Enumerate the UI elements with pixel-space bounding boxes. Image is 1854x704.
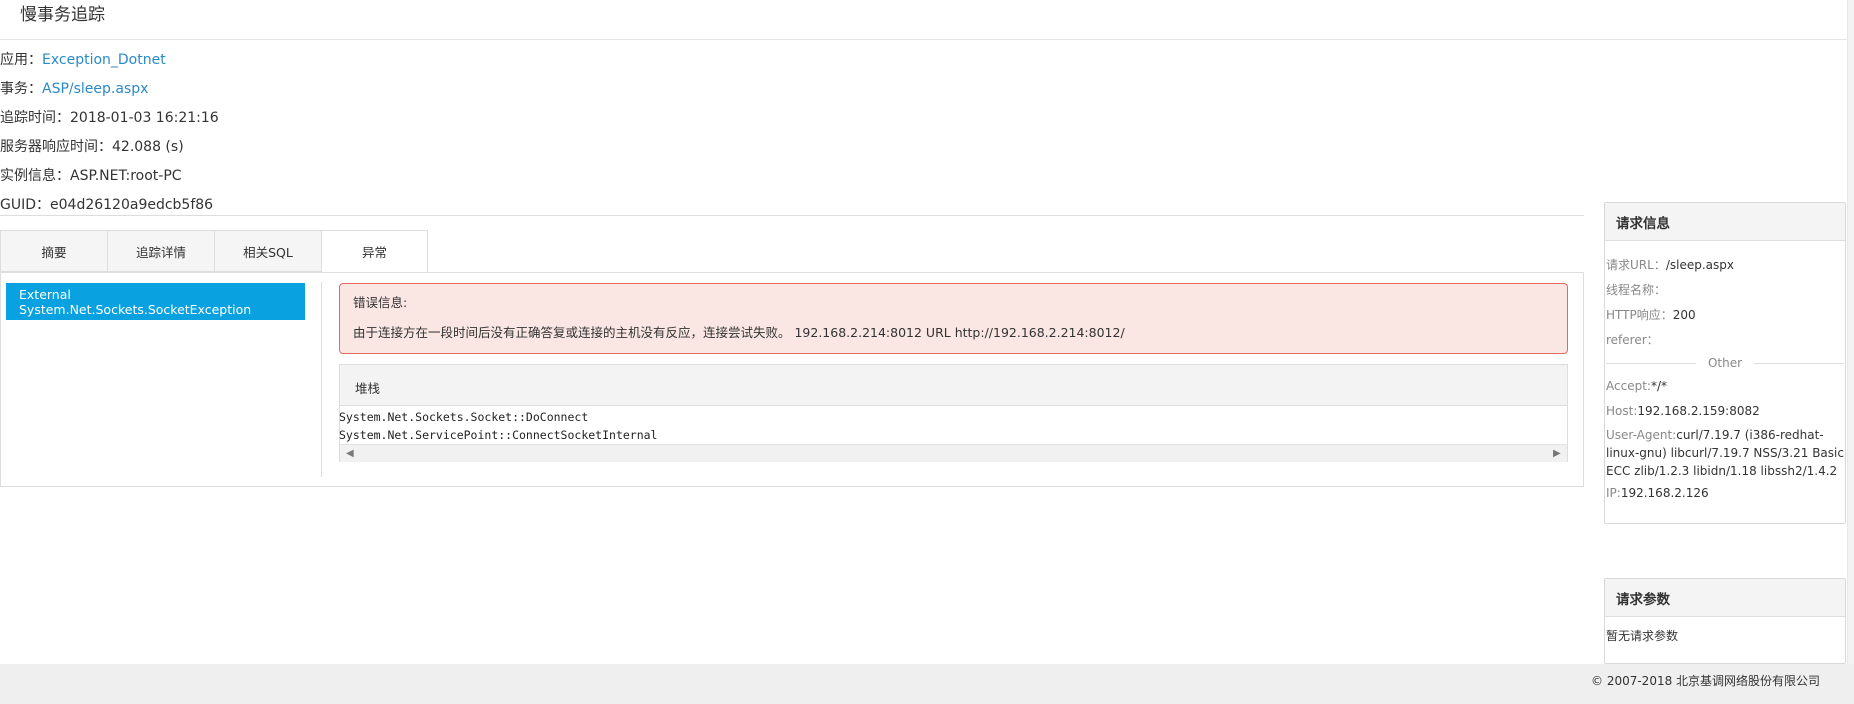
ip-value: 192.168.2.126	[1620, 486, 1709, 500]
stack-line: System.Net.ServicePoint::ConnectSocketIn…	[339, 428, 658, 442]
accept-line: Accept:*/*	[1606, 377, 1667, 395]
user-agent-label: User-Agent:	[1606, 428, 1677, 442]
accept-value: */*	[1650, 379, 1667, 393]
stack-title: 堆栈	[355, 381, 381, 396]
http-response-value: 200	[1672, 308, 1696, 322]
tab-exception[interactable]: 异常	[321, 230, 428, 273]
error-title: 错误信息:	[353, 295, 408, 310]
page-scrollbar[interactable]	[1847, 0, 1854, 664]
trace-time-label: 追踪时间：	[0, 110, 70, 126]
thread-name-line: 线程名称：	[1606, 281, 1666, 299]
host-line: Host:192.168.2.159:8082	[1606, 402, 1760, 420]
error-message: 由于连接方在一段时间后没有正确答复或连接的主机没有反应，连接尝试失败。 192.…	[353, 325, 1125, 340]
request-url-label: 请求URL：	[1606, 258, 1666, 272]
title-divider	[0, 39, 1847, 40]
request-params-title: 请求参数	[1605, 579, 1845, 617]
tab-bar: 摘要 追踪详情 相关SQL 异常	[0, 230, 428, 273]
accept-label: Accept:	[1606, 379, 1651, 393]
http-response-label: HTTP响应：	[1606, 308, 1673, 322]
user-agent-line: User-Agent:curl/7.19.7 (i386-redhat-linu…	[1606, 426, 1846, 480]
ip-line: IP:192.168.2.126	[1606, 484, 1709, 502]
host-value: 192.168.2.159:8082	[1637, 404, 1760, 418]
error-alert	[339, 283, 1568, 354]
stack-line: System.Net.Sockets.Socket::DoConnect	[339, 410, 589, 424]
scroll-left-icon[interactable]: ◀	[346, 445, 354, 462]
other-label: Other	[1707, 356, 1743, 370]
referer-label: referer：	[1606, 333, 1659, 347]
guid-label: GUID：	[0, 197, 51, 213]
app-label: 应用：	[0, 52, 42, 68]
trace-time-value: 2018-01-03 16:21:16	[70, 110, 219, 126]
request-info-title: 请求信息	[1605, 203, 1845, 241]
request-params-empty: 暂无请求参数	[1606, 629, 1679, 643]
scroll-right-icon[interactable]: ▶	[1553, 445, 1561, 462]
request-params-card: 请求参数	[1604, 578, 1846, 664]
instance-label: 实例信息：	[0, 168, 70, 184]
other-separator: Other	[1606, 355, 1844, 371]
instance-line: 实例信息：ASP.NET:root-PC	[0, 166, 182, 186]
app-line: 应用：Exception_Dotnet	[0, 50, 166, 70]
instance-value: ASP.NET:root-PC	[70, 168, 182, 184]
request-url-value: /sleep.aspx	[1665, 258, 1734, 272]
response-time-line: 服务器响应时间：42.088 (s)	[0, 137, 184, 157]
guid-line: GUID：e04d26120a9edcb5f86	[0, 195, 213, 215]
transaction-label: 事务：	[0, 81, 42, 97]
stack-header	[340, 365, 1567, 406]
app-link[interactable]: Exception_Dotnet	[42, 52, 166, 68]
copyright-text: © 2007-2018 北京基调网络股份有限公司	[1591, 674, 1821, 688]
thread-name-label: 线程名称：	[1606, 283, 1667, 297]
footer	[0, 664, 1854, 704]
tab-related-sql[interactable]: 相关SQL	[214, 230, 321, 272]
http-response-line: HTTP响应：200	[1606, 306, 1696, 324]
referer-line: referer：	[1606, 331, 1659, 349]
transaction-line: 事务：ASP/sleep.aspx	[0, 79, 148, 99]
ip-label: IP:	[1606, 486, 1621, 500]
panel-divider	[321, 282, 322, 477]
page-title: 慢事务追踪	[20, 5, 105, 25]
guid-value: e04d26120a9edcb5f86	[50, 197, 214, 213]
tab-summary[interactable]: 摘要	[0, 230, 107, 272]
exception-list-item[interactable]: External System.Net.Sockets.SocketExcept…	[6, 283, 305, 320]
request-url-line: 请求URL：/sleep.aspx	[1606, 256, 1734, 274]
host-label: Host:	[1606, 404, 1638, 418]
response-time-value: 42.088 (s)	[112, 139, 184, 155]
stack-horizontal-scrollbar[interactable]: ◀ ▶	[340, 444, 1567, 462]
tab-trace-details[interactable]: 追踪详情	[107, 230, 214, 272]
response-time-label: 服务器响应时间：	[0, 139, 112, 155]
info-divider	[0, 215, 1584, 216]
transaction-link[interactable]: ASP/sleep.aspx	[42, 81, 148, 97]
trace-time-line: 追踪时间：2018-01-03 16:21:16	[0, 108, 219, 128]
